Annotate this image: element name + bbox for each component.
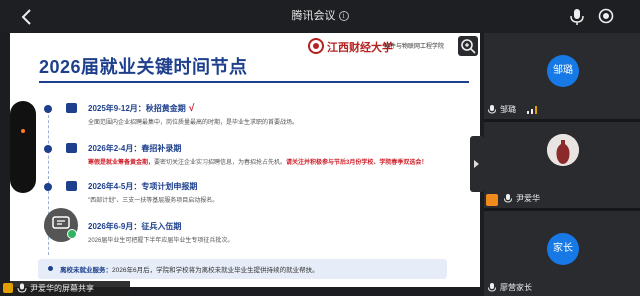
- screen-share-label: 尹爱华的屏幕共享: [30, 284, 94, 293]
- participant-name: 尹爱华: [504, 193, 540, 204]
- timeline-dot: [44, 183, 52, 191]
- toolbar-indicator-dot: [21, 129, 25, 133]
- timeline-heading: 2026年4-5月：专项计划申报期: [88, 182, 198, 191]
- microphone-icon: [504, 193, 512, 203]
- vase-photo-icon: [547, 134, 579, 166]
- zoom-in-icon[interactable]: [458, 36, 478, 56]
- user-icon: [3, 283, 13, 293]
- meeting-window: 腾讯会议 i 江西财经大学 软件与物联网工程学院 2026届就业关键时间节点 20…: [0, 0, 640, 296]
- chat-icon: [52, 216, 70, 229]
- checkmark-icon: √: [188, 103, 195, 114]
- document-icon: [66, 181, 77, 191]
- avatar: 家长: [547, 233, 579, 265]
- microphone-icon: [17, 283, 27, 293]
- microphone-muted-icon: [488, 282, 496, 292]
- user-icon: [486, 194, 498, 206]
- university-logo: 江西财经大学 软件与物联网工程学院: [308, 38, 453, 56]
- university-seal-icon: [308, 38, 324, 54]
- timeline-dot: [44, 105, 52, 113]
- note-text: 离校未就业服务：2026年6月后，学院和学校将为离校未就业毕业生提供持续的就业帮…: [60, 267, 319, 274]
- floating-side-toolbar[interactable]: [10, 101, 36, 193]
- meeting-title-area[interactable]: 腾讯会议 i: [0, 0, 640, 33]
- online-status-badge: [67, 229, 77, 239]
- avatar: 邹璐: [547, 55, 579, 87]
- timeline-dot: [44, 145, 52, 153]
- star-document-icon: [66, 143, 77, 153]
- timeline-description: 全面范围内企业招聘最集中，岗位质量最高的时期，是毕业生求职的首要战场。: [88, 120, 299, 126]
- participant-name: 廖营家长: [488, 282, 532, 293]
- collapse-panel-handle[interactable]: [470, 136, 484, 192]
- slide-title: 2026届就业关键时间节点: [39, 57, 248, 77]
- participant-tile[interactable]: 邹璐 邹璐: [484, 33, 640, 119]
- timeline-heading: 2025年9-12月：秋招黄金期 √: [88, 103, 195, 114]
- timeline-description: 寒假是就业筹备黄金期，要密切关注企业实习招聘信息，为春招抢占先机。请关注并积极参…: [88, 160, 428, 166]
- shared-screen-slide: 江西财经大学 软件与物联网工程学院 2026届就业关键时间节点 2025年9-1…: [10, 33, 480, 287]
- signal-strength-icon: [527, 106, 537, 114]
- timeline-description: "西部计划"、三支一扶等基层服务项目启动报名。: [88, 198, 219, 204]
- title-underline: [39, 81, 469, 83]
- screen-share-bar: 尹爱华的屏幕共享: [0, 281, 130, 296]
- participant-tile[interactable]: 尹爱华: [484, 122, 640, 208]
- note-box: 离校未就业服务：2026年6月后，学院和学校将为离校未就业毕业生提供持续的就业帮…: [38, 259, 447, 279]
- participant-name: 邹璐: [488, 104, 516, 115]
- end-meeting-icon[interactable]: [598, 8, 614, 24]
- timeline-heading: 2026年6-9月：征兵入伍期: [88, 222, 182, 231]
- logo-department-name: 软件与物联网工程学院: [384, 44, 445, 50]
- top-bar: 腾讯会议 i: [0, 0, 640, 33]
- participant-tile[interactable]: 家长 廖营家长: [484, 211, 640, 296]
- chat-button[interactable]: [44, 208, 78, 242]
- monitor-icon: [66, 103, 77, 113]
- timeline-heading: 2026年2-4月：春招补录期: [88, 144, 182, 153]
- app-title: 腾讯会议: [291, 10, 336, 22]
- timeline-description: 2026届毕业生可把握下半年应届毕业生专项征兵批次。: [88, 238, 234, 244]
- info-icon[interactable]: i: [338, 11, 349, 22]
- avatar: [547, 134, 579, 166]
- participant-list: 邹璐 邹璐 尹爱华 家长 廖营家长: [484, 33, 640, 296]
- microphone-icon: [488, 104, 496, 114]
- microphone-icon[interactable]: [569, 8, 585, 26]
- bullet-dot: [48, 266, 53, 271]
